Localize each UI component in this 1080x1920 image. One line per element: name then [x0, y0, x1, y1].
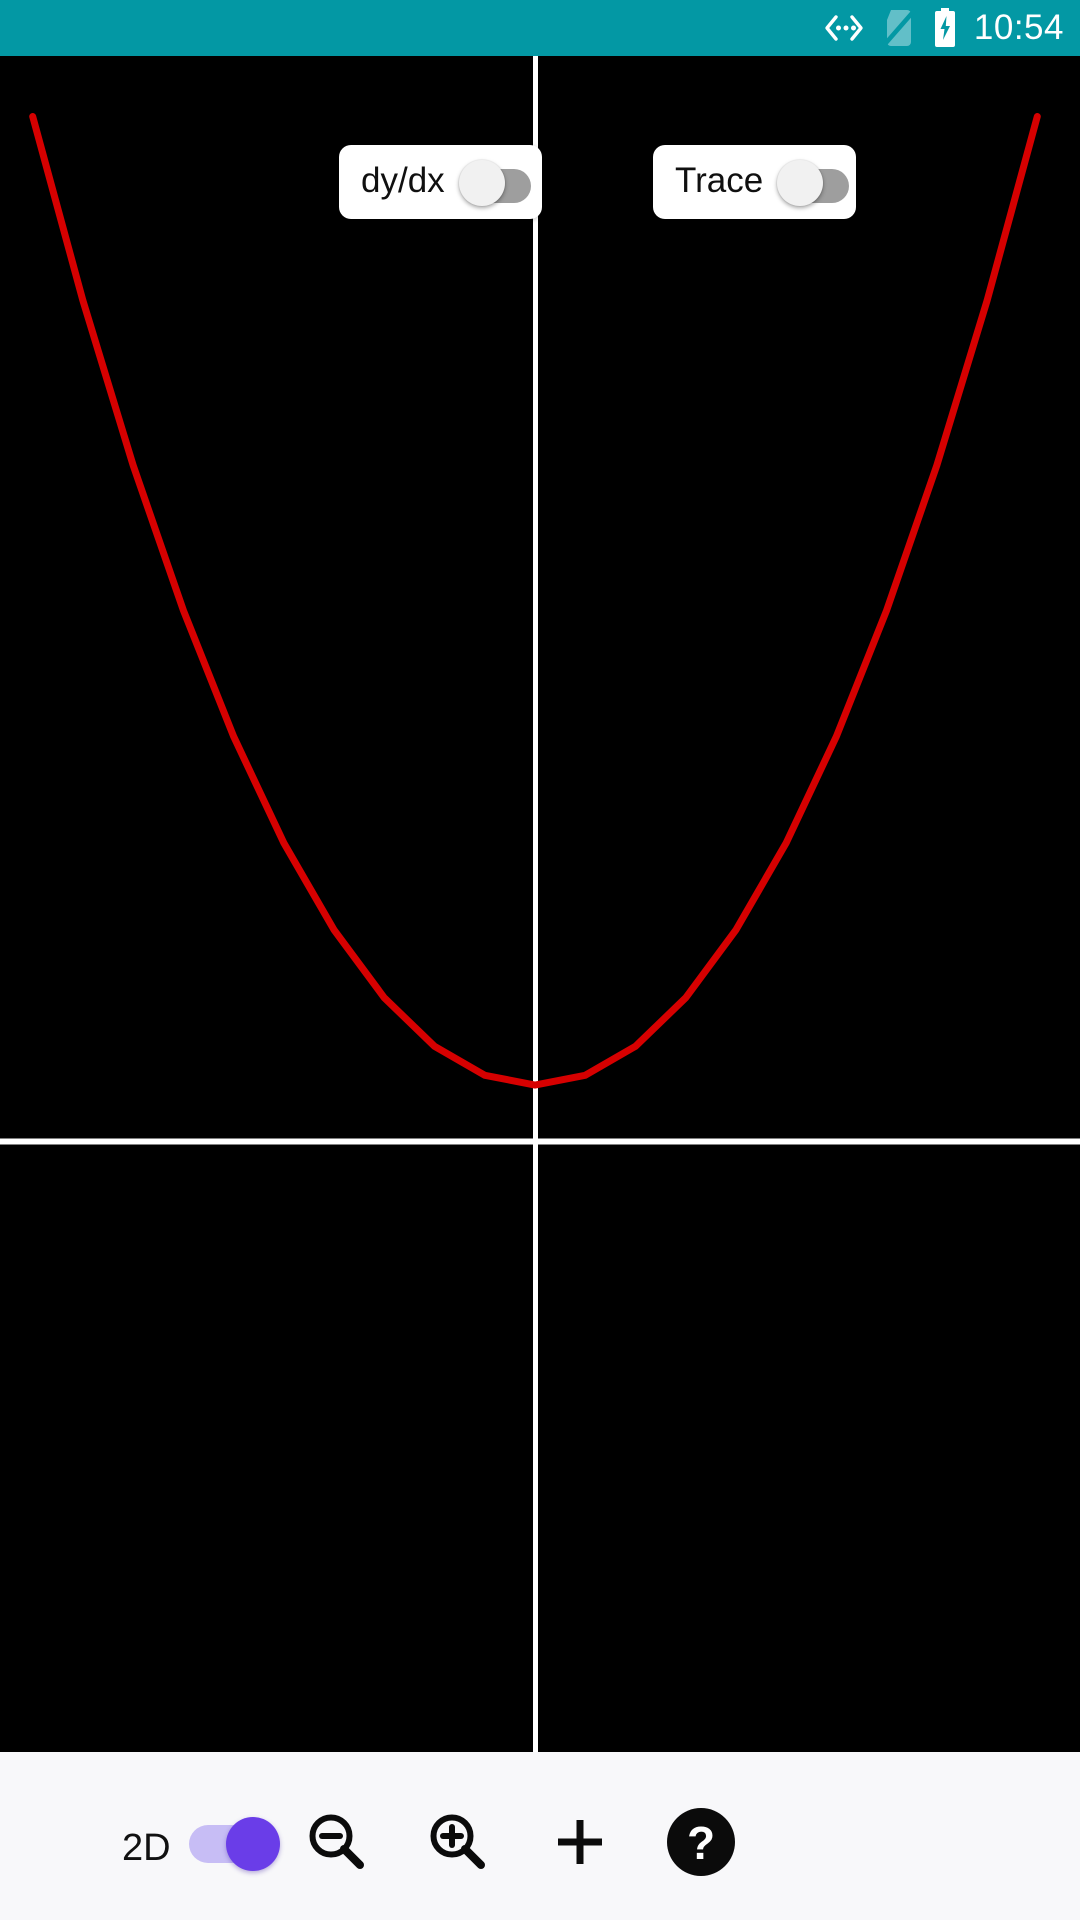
dimension-mode-label: 2D	[122, 1827, 171, 1869]
add-button[interactable]: Add	[540, 1802, 620, 1882]
zoom-out-icon	[309, 1814, 364, 1869]
dimension-mode-switch[interactable]	[189, 1814, 285, 1872]
bottom-toolbar: 2D Zoom out Zoom in	[0, 1752, 1080, 1920]
dydx-switch[interactable]	[455, 156, 539, 208]
trace-toggle-label: Trace	[675, 161, 764, 200]
zoom-in-icon	[430, 1814, 485, 1869]
graph-canvas[interactable]: dy/dx Trace	[0, 56, 1080, 1752]
help-icon: ?	[667, 1808, 735, 1876]
dimension-mode-switch-thumb[interactable]	[226, 1817, 280, 1871]
usb-debugging-icon	[822, 13, 866, 43]
trace-switch-thumb[interactable]	[777, 160, 824, 206]
zoom-in-button[interactable]: Zoom in	[418, 1802, 498, 1882]
battery-charging-icon	[932, 7, 958, 49]
dydx-toggle-card[interactable]: dy/dx	[339, 145, 542, 219]
trace-toggle-card[interactable]: Trace	[653, 145, 856, 219]
app-screen: 10:54 dy/dx Trace 2D ?	[0, 0, 1080, 1920]
status-bar: 10:54	[0, 0, 1080, 56]
add-icon	[558, 1820, 602, 1864]
graph-plot	[0, 56, 1080, 1752]
status-clock: 10:54	[973, 7, 1064, 47]
trace-switch[interactable]	[773, 156, 857, 208]
zoom-out-button[interactable]: Zoom out	[297, 1802, 377, 1882]
dydx-switch-thumb[interactable]	[458, 160, 505, 206]
help-button[interactable]: ? Help	[661, 1802, 741, 1882]
sim-card-missing-icon	[882, 8, 916, 48]
dydx-toggle-label: dy/dx	[361, 161, 445, 200]
svg-text:?: ?	[687, 1817, 715, 1869]
